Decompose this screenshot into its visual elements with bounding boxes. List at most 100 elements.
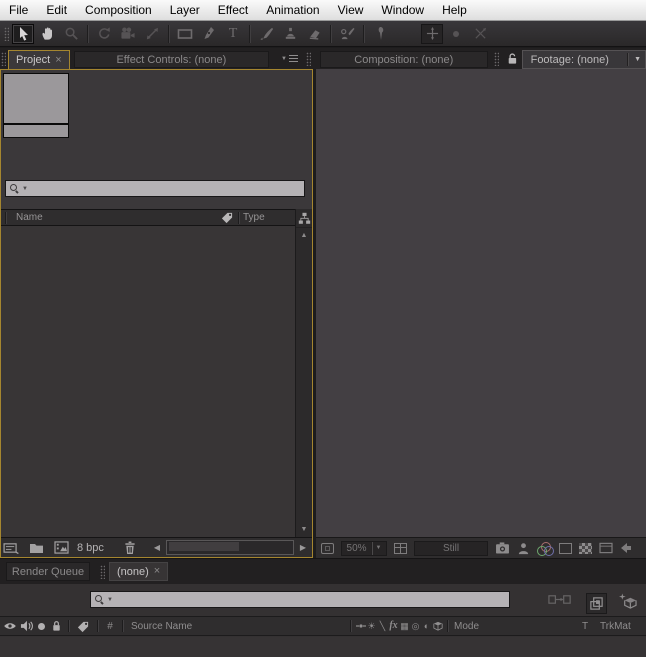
- timeline-layer-area[interactable]: [0, 637, 646, 657]
- panel-grip[interactable]: [100, 565, 105, 579]
- eraser-tool-icon[interactable]: [303, 24, 325, 44]
- safe-margins-icon[interactable]: [321, 543, 334, 554]
- 3d-layer-cube-icon[interactable]: [432, 621, 443, 631]
- interpret-footage-icon[interactable]: [1, 542, 21, 554]
- menu-file[interactable]: File: [0, 0, 37, 20]
- panel-menu-icon[interactable]: ▼: [281, 55, 298, 62]
- panel-grip[interactable]: [494, 52, 499, 66]
- time-display[interactable]: Still: [414, 541, 488, 556]
- shy-switch-icon[interactable]: [355, 622, 366, 630]
- world-axis-mode-icon[interactable]: [445, 24, 467, 44]
- footage-viewer-selector[interactable]: Footage: (none) ▼: [522, 50, 646, 69]
- column-mode-label[interactable]: Mode: [454, 621, 508, 632]
- project-scrollbar[interactable]: ▲ ▼: [295, 209, 312, 537]
- frame-blend-icon[interactable]: ▦: [399, 622, 410, 631]
- menu-layer[interactable]: Layer: [161, 0, 209, 20]
- lock-icon[interactable]: [49, 620, 64, 632]
- tab-effect-controls[interactable]: Effect Controls: (none): [74, 51, 269, 68]
- puppet-pin-tool-icon[interactable]: [369, 24, 391, 44]
- menu-composition[interactable]: Composition: [76, 0, 161, 20]
- local-axis-mode-icon[interactable]: [421, 24, 443, 44]
- new-folder-icon[interactable]: [26, 542, 46, 554]
- search-options-arrow-icon[interactable]: ▼: [22, 186, 28, 192]
- video-eye-icon[interactable]: [2, 621, 18, 631]
- pen-tool-icon[interactable]: [198, 24, 220, 44]
- tab-project[interactable]: Project ×: [8, 50, 70, 69]
- trash-icon[interactable]: [120, 541, 140, 555]
- label-tag-icon[interactable]: [220, 211, 234, 224]
- zoom-tool-icon[interactable]: [60, 24, 82, 44]
- column-type-label[interactable]: Type: [243, 212, 295, 223]
- close-icon[interactable]: ×: [55, 55, 61, 66]
- scroll-left-icon[interactable]: ◀: [150, 543, 164, 552]
- tab-composition[interactable]: Composition: (none): [320, 51, 488, 68]
- project-flowchart-icon[interactable]: [296, 209, 312, 228]
- brainstorm-icon[interactable]: [618, 593, 638, 610]
- tab-render-queue[interactable]: Render Queue: [6, 562, 90, 581]
- project-item-list[interactable]: [1, 226, 295, 537]
- magnification-dropdown[interactable]: 50% ▼: [341, 541, 387, 556]
- project-search-field[interactable]: ▼: [5, 180, 305, 197]
- fast-previews-icon[interactable]: [620, 542, 632, 554]
- menu-help[interactable]: Help: [433, 0, 476, 20]
- menu-window[interactable]: Window: [372, 0, 433, 20]
- collapse-transformations-icon[interactable]: ☀: [366, 622, 377, 631]
- motion-blur-icon[interactable]: ◎: [410, 622, 421, 631]
- solo-icon[interactable]: [34, 623, 49, 630]
- menu-view[interactable]: View: [329, 0, 373, 20]
- viewer-lock-icon[interactable]: [505, 52, 518, 65]
- type-tool-icon[interactable]: T: [222, 24, 244, 44]
- brush-tool-icon[interactable]: [255, 24, 277, 44]
- view-axis-mode-icon[interactable]: [469, 24, 491, 44]
- scroll-up-icon[interactable]: ▲: [296, 228, 312, 242]
- pan-behind-tool-icon[interactable]: [141, 24, 163, 44]
- timeline-search-input[interactable]: [116, 592, 505, 607]
- scroll-right-icon[interactable]: ▶: [296, 543, 310, 552]
- horizontal-scrollbar[interactable]: [166, 540, 294, 555]
- pixel-aspect-correction-icon[interactable]: [599, 542, 613, 554]
- menu-animation[interactable]: Animation: [257, 0, 328, 20]
- show-channel-icon[interactable]: [537, 542, 552, 554]
- snapshot-camera-icon[interactable]: [495, 542, 510, 554]
- rectangle-tool-icon[interactable]: [174, 24, 196, 44]
- search-options-arrow-icon[interactable]: ▼: [107, 597, 113, 603]
- bit-depth-label[interactable]: 8 bpc: [77, 542, 104, 554]
- dropdown-arrow-icon[interactable]: ▼: [634, 56, 641, 63]
- column-source-name-label[interactable]: Source Name: [131, 621, 192, 632]
- toolbar-grip[interactable]: [4, 27, 9, 41]
- mini-flowchart-icon[interactable]: [548, 593, 572, 606]
- column-number-label[interactable]: #: [102, 621, 118, 632]
- grid-and-guides-icon[interactable]: [394, 543, 407, 554]
- menu-effect[interactable]: Effect: [209, 0, 257, 20]
- new-composition-icon[interactable]: [51, 541, 71, 554]
- menu-edit[interactable]: Edit: [37, 0, 76, 20]
- quality-switch-icon[interactable]: ╲: [377, 622, 388, 631]
- rotation-tool-icon[interactable]: [93, 24, 115, 44]
- label-tag-icon[interactable]: [73, 620, 93, 633]
- panel-grip[interactable]: [1, 52, 6, 66]
- close-icon[interactable]: ×: [154, 566, 160, 577]
- camera-tool-icon[interactable]: [117, 24, 139, 44]
- clone-stamp-tool-icon[interactable]: [279, 24, 301, 44]
- composition-flowchart-icon[interactable]: [586, 593, 607, 614]
- column-trkmat-toggle-label[interactable]: T: [582, 621, 600, 632]
- scroll-down-icon[interactable]: ▼: [296, 522, 312, 536]
- selection-tool-icon[interactable]: [12, 24, 34, 44]
- column-trkmat-label[interactable]: TrkMat: [600, 621, 646, 632]
- effects-fx-icon[interactable]: fx: [388, 621, 399, 631]
- project-search-input[interactable]: [31, 181, 300, 196]
- roto-brush-tool-icon[interactable]: [336, 24, 358, 44]
- adjustment-layer-icon[interactable]: ◐: [421, 622, 432, 631]
- audio-speaker-icon[interactable]: [18, 620, 34, 632]
- hand-tool-icon[interactable]: [36, 24, 58, 44]
- panel-grip[interactable]: [306, 52, 311, 66]
- dropdown-arrow-icon[interactable]: ▼: [376, 545, 382, 551]
- timeline-search-field[interactable]: ▼: [90, 591, 510, 608]
- transparency-grid-icon[interactable]: [579, 543, 592, 554]
- tab-timeline-none[interactable]: (none) ×: [109, 562, 168, 581]
- column-name-label[interactable]: Name: [16, 212, 220, 223]
- show-snapshot-person-icon[interactable]: [517, 542, 530, 555]
- footage-viewer-panel[interactable]: [316, 69, 646, 558]
- region-of-interest-icon[interactable]: [559, 543, 572, 554]
- scrollbar-thumb[interactable]: [169, 542, 239, 551]
